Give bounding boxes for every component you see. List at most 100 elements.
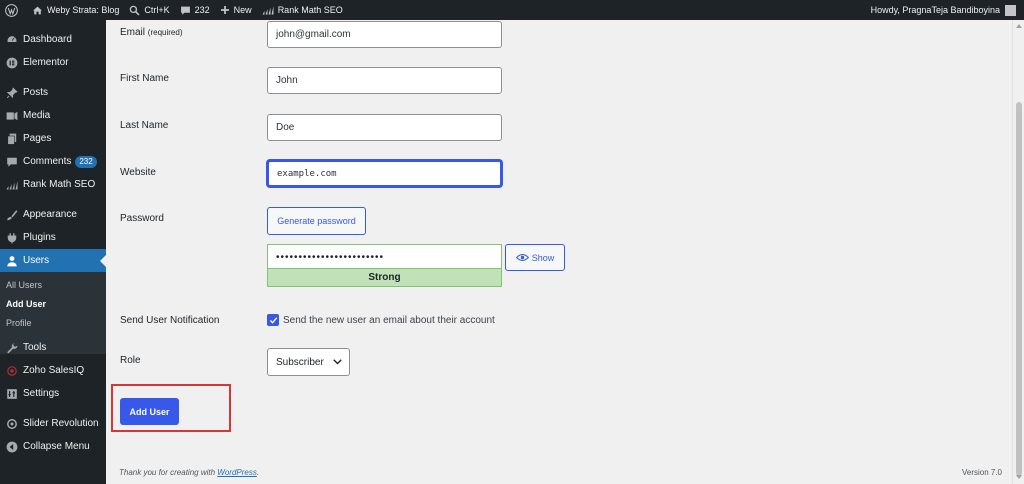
- password-strength-indicator: Strong: [267, 268, 502, 287]
- show-password-button[interactable]: Show: [505, 244, 565, 271]
- site-name-link[interactable]: Weby Strata: Blog: [27, 0, 124, 20]
- sidebar-item-label: Rank Math SEO: [23, 179, 96, 190]
- sidebar-item-label: Zoho SalesIQ: [23, 365, 85, 376]
- wrench-icon: [6, 342, 18, 354]
- footer-version: Version 7.0: [961, 468, 1002, 477]
- comment-icon: [6, 156, 18, 168]
- sidebar-item-posts[interactable]: Posts: [0, 81, 106, 104]
- admin-sidebar: Dashboard Elementor Posts Media Pages Co…: [0, 20, 106, 484]
- website-label: Website: [120, 167, 156, 178]
- new-label: New: [233, 5, 252, 15]
- comments-link[interactable]: 232: [175, 0, 215, 20]
- comments-badge: 232: [75, 155, 97, 168]
- submenu-profile[interactable]: Profile: [6, 318, 32, 328]
- howdy-text: Howdy, PragnaTeja Bandiboyina: [870, 5, 1000, 15]
- eye-icon: [515, 254, 529, 261]
- sidebar-item-label: Dashboard: [23, 34, 72, 45]
- account-menu[interactable]: Howdy, PragnaTeja Bandiboyina: [871, 0, 1016, 20]
- sidebar-item-label: Plugins: [23, 232, 56, 243]
- sidebar-item-comments[interactable]: Comments 232: [0, 150, 106, 173]
- chevron-down-icon: [333, 359, 342, 365]
- command-shortcut: Ctrl+K: [144, 5, 170, 15]
- sidebar-item-dashboard[interactable]: Dashboard: [0, 28, 106, 51]
- sidebar-item-plugins[interactable]: Plugins: [0, 226, 106, 249]
- main-content: Email (required) john@gmail.com First Na…: [106, 20, 1012, 484]
- password-label: Password: [120, 213, 164, 224]
- notification-checkbox[interactable]: [267, 314, 279, 326]
- sidebar-item-elementor[interactable]: Elementor: [0, 51, 106, 74]
- sidebar-item-media[interactable]: Media: [0, 104, 106, 127]
- first-name-field[interactable]: John: [267, 67, 502, 94]
- notification-label: Send User Notification: [120, 315, 220, 326]
- website-field[interactable]: example.com: [267, 160, 502, 187]
- sidebar-item-label: Appearance: [23, 209, 77, 220]
- sidebar-item-pages[interactable]: Pages: [0, 127, 106, 150]
- page-scrollbar[interactable]: [1012, 20, 1024, 484]
- chart-icon: [262, 6, 274, 15]
- media-icon: [6, 110, 18, 122]
- chart-icon: [6, 179, 18, 191]
- sidebar-item-label: Users: [23, 255, 50, 266]
- add-user-button[interactable]: Add User: [120, 398, 179, 425]
- collapse-icon: [6, 441, 18, 453]
- home-icon: [33, 6, 42, 14]
- sidebar-item-zoho[interactable]: Zoho SalesIQ: [0, 359, 106, 382]
- checkmark-icon: [269, 316, 277, 324]
- rank-math-link[interactable]: Rank Math SEO: [257, 0, 348, 20]
- sidebar-item-tools[interactable]: Tools: [0, 336, 106, 359]
- sidebar-item-label: Slider Revolution: [23, 418, 99, 429]
- comment-icon: [180, 6, 190, 15]
- sidebar-item-label: Posts: [23, 87, 49, 98]
- sidebar-item-label: Collapse Menu: [23, 441, 90, 452]
- email-field[interactable]: john@gmail.com: [267, 21, 502, 48]
- pages-icon: [6, 133, 18, 145]
- role-value: Subscriber: [276, 356, 324, 368]
- admin-bar: Weby Strata: Blog Ctrl+K 232 New Rank Ma…: [0, 0, 1024, 20]
- scroll-down-arrow[interactable]: [1016, 475, 1022, 479]
- sidebar-item-settings[interactable]: Settings: [0, 382, 106, 405]
- sidebar-item-label: Tools: [23, 342, 47, 353]
- dashboard-icon: [6, 34, 18, 46]
- submenu-add-user[interactable]: Add User: [6, 299, 46, 309]
- scroll-up-arrow[interactable]: [1016, 24, 1022, 28]
- show-label: Show: [531, 252, 555, 263]
- collapse-menu-button[interactable]: Collapse Menu: [0, 435, 106, 458]
- wordpress-icon: [5, 3, 18, 17]
- footer-thanks: Thank you for creating with WordPress.: [119, 468, 260, 477]
- scroll-thumb[interactable]: [1016, 102, 1022, 476]
- zoho-icon: [6, 365, 18, 377]
- elementor-icon: [6, 57, 18, 69]
- role-select[interactable]: Subscriber: [267, 348, 350, 376]
- rank-math-label: Rank Math SEO: [277, 5, 343, 15]
- new-content-button[interactable]: New: [215, 0, 257, 20]
- password-field[interactable]: ••••••••••••••••••••••••: [267, 244, 502, 270]
- email-label: Email (required): [120, 27, 183, 38]
- sidebar-item-label: Comments: [23, 156, 72, 167]
- sidebar-item-label: Elementor: [23, 57, 69, 68]
- slider-icon: [6, 418, 18, 430]
- user-icon: [6, 255, 18, 267]
- last-name-field[interactable]: Doe: [267, 114, 502, 141]
- sidebar-item-slider-revolution[interactable]: Slider Revolution: [0, 412, 106, 435]
- pin-icon: [6, 86, 18, 99]
- notification-text: Send the new user an email about their a…: [283, 315, 495, 326]
- sidebar-item-users[interactable]: Users: [0, 249, 106, 272]
- sidebar-item-label: Settings: [23, 388, 60, 399]
- brush-icon: [6, 209, 18, 221]
- sidebar-item-rank-math[interactable]: Rank Math SEO: [0, 173, 106, 196]
- generate-password-button[interactable]: Generate password: [267, 207, 366, 235]
- wordpress-link[interactable]: WordPress: [217, 468, 257, 477]
- sidebar-item-appearance[interactable]: Appearance: [0, 203, 106, 226]
- sidebar-item-label: Pages: [23, 133, 52, 144]
- avatar: [1005, 4, 1016, 16]
- plus-icon: [220, 6, 229, 14]
- role-label: Role: [120, 355, 141, 366]
- command-palette-button[interactable]: Ctrl+K: [124, 0, 174, 20]
- required-note: (required): [147, 28, 183, 37]
- sidebar-item-label: Media: [23, 110, 51, 121]
- comments-count: 232: [194, 5, 210, 15]
- wordpress-logo-button[interactable]: [0, 0, 27, 20]
- settings-icon: [6, 388, 18, 400]
- first-name-label: First Name: [120, 73, 169, 84]
- submenu-all-users[interactable]: All Users: [6, 280, 42, 290]
